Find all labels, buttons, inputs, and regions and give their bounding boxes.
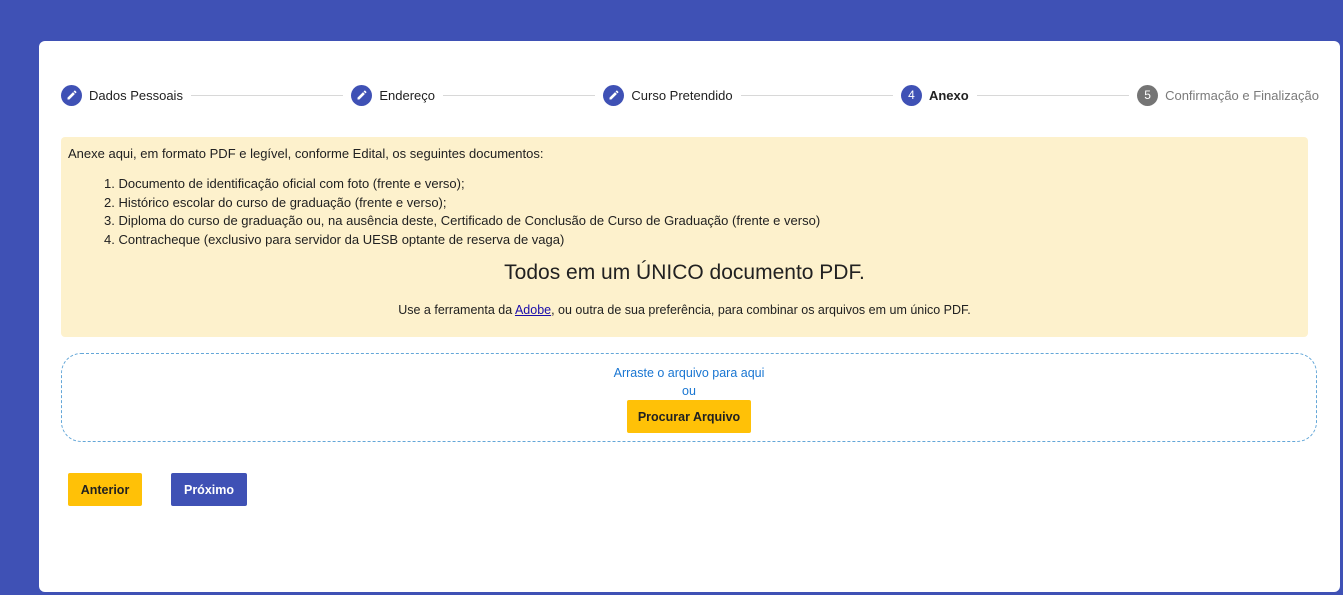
single-pdf-headline: Todos em um ÚNICO documento PDF. bbox=[504, 261, 865, 284]
list-item: 1. Documento de identificação oficial co… bbox=[104, 176, 465, 191]
step-curso-pretendido[interactable]: Curso Pretendido bbox=[603, 84, 733, 106]
instructions-box: Anexe aqui, em formato PDF e legível, co… bbox=[61, 137, 1308, 337]
list-item: 4. Contracheque (exclusivo para servidor… bbox=[104, 231, 565, 247]
step-label: Curso Pretendido bbox=[631, 87, 733, 103]
list-item: 3. Diploma do curso de graduação ou, na … bbox=[104, 213, 821, 228]
step-dados-pessoais[interactable]: Dados Pessoais bbox=[61, 84, 183, 106]
hint-text: , ou outra de sua preferência, para comb… bbox=[551, 303, 971, 317]
instructions-intro: Anexe aqui, em formato PDF e legível, co… bbox=[68, 146, 544, 161]
file-dropzone[interactable]: Arraste o arquivo para aqui ou Procurar … bbox=[61, 353, 1317, 442]
pencil-icon bbox=[351, 84, 373, 106]
hint-text: Use a ferramenta da bbox=[398, 303, 515, 317]
step-number: 5 bbox=[1137, 84, 1159, 106]
step-label: Endereço bbox=[379, 87, 435, 103]
adobe-link[interactable]: Adobe bbox=[515, 303, 551, 317]
step-confirmacao[interactable]: 5 Confirmação e Finalização bbox=[1137, 84, 1319, 106]
step-connector bbox=[190, 94, 344, 96]
step-label: Confirmação e Finalização bbox=[1165, 87, 1319, 103]
step-endereco[interactable]: Endereço bbox=[351, 84, 435, 106]
step-label: Dados Pessoais bbox=[89, 87, 183, 103]
step-connector bbox=[443, 94, 596, 96]
step-connector bbox=[976, 94, 1130, 96]
documents-list: 1. Documento de identificação oficial co… bbox=[104, 175, 820, 249]
or-text: ou bbox=[682, 384, 696, 398]
step-anexo[interactable]: 4 Anexo bbox=[900, 84, 969, 106]
pencil-icon bbox=[603, 84, 625, 106]
next-button[interactable]: Próximo bbox=[171, 473, 247, 506]
browse-file-button[interactable]: Procurar Arquivo bbox=[627, 400, 751, 433]
combine-hint: Use a ferramenta da Adobe, ou outra de s… bbox=[61, 303, 1308, 317]
form-card: Dados Pessoais Endereço Curso Pretendido… bbox=[39, 41, 1340, 592]
pencil-icon bbox=[61, 84, 82, 106]
stepper: Dados Pessoais Endereço Curso Pretendido… bbox=[61, 84, 1319, 106]
step-label: Anexo bbox=[928, 87, 969, 103]
drag-text: Arraste o arquivo para aqui bbox=[613, 366, 765, 380]
list-item: 2. Histórico escolar do curso de graduaç… bbox=[104, 194, 447, 210]
step-connector bbox=[740, 94, 893, 96]
step-number: 4 bbox=[900, 84, 922, 106]
previous-button[interactable]: Anterior bbox=[68, 473, 142, 506]
